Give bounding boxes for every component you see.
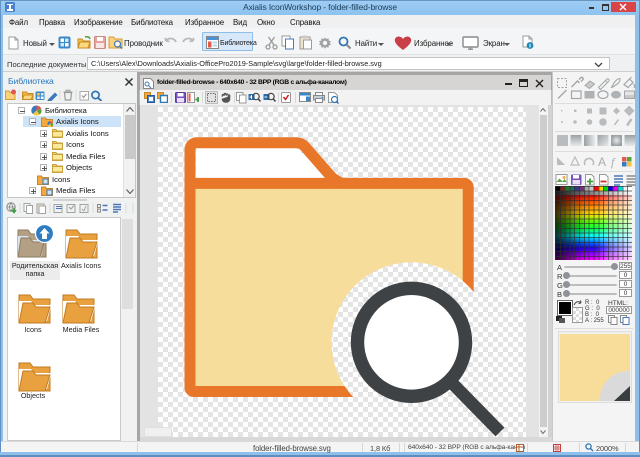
svg-text:A: A <box>598 155 606 169</box>
svg-text:f: f <box>611 155 616 169</box>
